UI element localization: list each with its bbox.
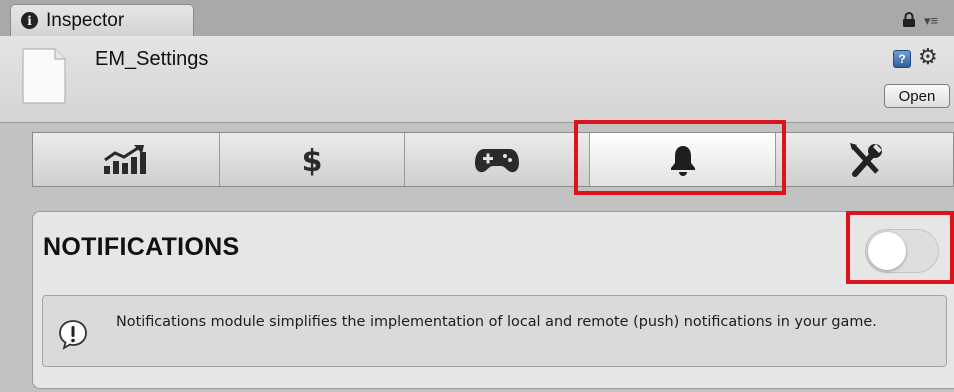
panel-menu-icon[interactable]: ▾≡ — [924, 14, 938, 27]
module-toolbar: $ — [32, 132, 954, 187]
info-circle-icon: i — [21, 12, 38, 29]
toolbar-utilities-button[interactable] — [776, 133, 954, 186]
toolbar-analytics-button[interactable] — [33, 133, 220, 186]
module-help-text: Notifications module simplifies the impl… — [116, 314, 877, 330]
exclamation-info-icon — [59, 320, 87, 350]
help-book-icon[interactable]: ? — [893, 50, 911, 68]
module-help-box: Notifications module simplifies the impl… — [42, 295, 947, 367]
gear-dropdown-icon[interactable]: ⚙ — [918, 44, 938, 70]
gamepad-icon — [475, 148, 519, 172]
asset-name: EM_Settings — [95, 48, 209, 70]
highlight-notifications-tab — [574, 120, 786, 195]
dollar-icon: $ — [302, 144, 323, 178]
toolbar-monetization-button[interactable]: $ — [220, 133, 405, 186]
svg-text:$: $ — [302, 144, 323, 178]
inspector-tab-title: Inspector — [46, 9, 125, 31]
highlight-enable-toggle — [846, 211, 954, 284]
inspector-tab[interactable]: i Inspector — [10, 4, 194, 36]
toolbar-gaming-button[interactable] — [405, 133, 590, 186]
tab-strip: i Inspector ▾≡ — [0, 0, 954, 36]
inspector-header: EM_Settings ? ⚙ Open — [0, 36, 954, 123]
notifications-module-card: NOTIFICATIONS Notifications module simpl… — [32, 211, 954, 389]
file-icon — [22, 48, 66, 104]
open-button[interactable]: Open — [884, 84, 950, 108]
module-title: NOTIFICATIONS — [43, 233, 240, 261]
inspector-content: $ NOTIFICATIONS Notifications module sim… — [0, 120, 954, 392]
lock-icon[interactable] — [902, 12, 916, 28]
growth-chart-icon — [104, 144, 146, 174]
wrench-screwdriver-icon — [849, 142, 882, 177]
